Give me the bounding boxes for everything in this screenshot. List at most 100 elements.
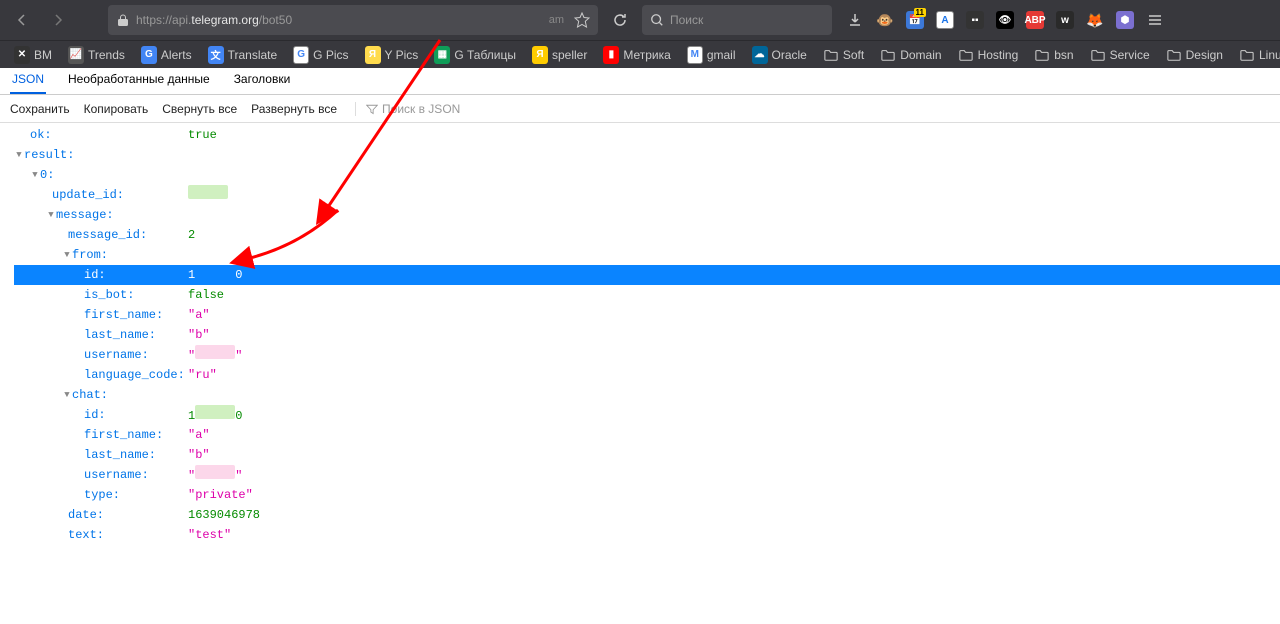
bookmark-label: Alerts <box>161 48 192 62</box>
bookmark-label: bsn <box>1054 48 1073 62</box>
tab-raw[interactable]: Необработанные данные <box>66 66 212 94</box>
reload-button[interactable] <box>606 6 634 34</box>
bookmark-label: Y Pics <box>385 48 419 62</box>
ext-icon-2[interactable]: 📅11 <box>904 9 926 31</box>
url-bar[interactable]: https://api.telegram.org/bot50 am <box>108 5 598 35</box>
bookmark-item[interactable]: GG Pics <box>287 45 354 65</box>
bookmark-item[interactable]: ▦ G Таблицы <box>428 45 522 65</box>
bookmark-label: Linux <box>1259 48 1280 62</box>
bookmark-star-icon[interactable] <box>574 12 590 28</box>
ext-icon-1[interactable]: 🐵 <box>874 9 896 31</box>
bookmark-label: gmail <box>707 48 736 62</box>
bookmark-item[interactable]: ▮Метрика <box>597 45 676 65</box>
json-row-username[interactable]: username:"" <box>14 345 1280 365</box>
favicon-icon: 📈 <box>68 47 84 63</box>
json-row-chat-id[interactable]: id:10 <box>14 405 1280 425</box>
search-bar[interactable]: Поиск <box>642 5 832 35</box>
favicon-icon: M <box>687 47 703 63</box>
forward-button[interactable] <box>44 6 72 34</box>
bookmark-label: Hosting <box>978 48 1019 62</box>
json-row-language-code[interactable]: language_code:"ru" <box>14 365 1280 385</box>
json-row-from-id[interactable]: id:10 <box>14 265 1280 285</box>
filter-placeholder: Поиск в JSON <box>382 102 460 116</box>
favicon-icon: ▦ <box>434 47 450 63</box>
filter-icon <box>366 103 378 115</box>
favicon-icon: ▮ <box>603 47 619 63</box>
ext-icon-8[interactable]: 🦊 <box>1084 9 1106 31</box>
filter-box[interactable]: Поиск в JSON <box>355 102 460 116</box>
json-tree: ok:true ▼result: ▼0: update_id: ▼message… <box>0 123 1280 545</box>
lock-icon <box>116 13 130 27</box>
json-row-type[interactable]: type:"private" <box>14 485 1280 505</box>
tab-json[interactable]: JSON <box>10 66 46 94</box>
menu-icon[interactable] <box>1144 9 1166 31</box>
json-row-message-id[interactable]: message_id:2 <box>14 225 1280 245</box>
bookmark-item[interactable]: 📈Trends <box>62 45 131 65</box>
ext-icon-4[interactable]: ▪▪ <box>964 9 986 31</box>
bookmark-label: Oracle <box>772 48 807 62</box>
bookmark-item[interactable]: Mgmail <box>681 45 742 65</box>
json-row-chat[interactable]: ▼chat: <box>14 385 1280 405</box>
ext-icon-3[interactable]: A <box>934 9 956 31</box>
tab-headers[interactable]: Заголовки <box>232 66 293 94</box>
search-placeholder: Поиск <box>670 13 703 27</box>
bookmark-item[interactable]: 文Translate <box>202 45 284 65</box>
favicon-icon: G <box>141 47 157 63</box>
bookmark-item[interactable]: bsn <box>1028 45 1079 65</box>
bookmark-item[interactable]: Soft <box>817 45 870 65</box>
json-row-text[interactable]: text:"test" <box>14 525 1280 545</box>
folder-icon <box>1034 47 1050 63</box>
json-row-first-name[interactable]: first_name:"a" <box>14 305 1280 325</box>
browser-toolbar: https://api.telegram.org/bot50 am Поиск … <box>0 0 1280 40</box>
bookmark-label: G Pics <box>313 48 348 62</box>
action-expand[interactable]: Развернуть все <box>251 102 337 116</box>
json-row-chat-last-name[interactable]: last_name:"b" <box>14 445 1280 465</box>
json-row-last-name[interactable]: last_name:"b" <box>14 325 1280 345</box>
bookmark-label: G Таблицы <box>454 48 516 62</box>
folder-icon <box>958 47 974 63</box>
bookmark-label: Soft <box>843 48 864 62</box>
bookmark-item[interactable]: Domain <box>874 45 947 65</box>
ext-icon-5[interactable]: 👁 <box>994 9 1016 31</box>
bookmark-item[interactable]: Design <box>1160 45 1229 65</box>
action-copy[interactable]: Копировать <box>84 102 149 116</box>
bookmark-item[interactable]: ЯY Pics <box>359 45 425 65</box>
json-row-result[interactable]: ▼result: <box>14 145 1280 165</box>
bookmark-item[interactable]: ✕BM <box>8 45 58 65</box>
bookmark-item[interactable]: Linux <box>1233 45 1280 65</box>
json-row-ok[interactable]: ok:true <box>14 125 1280 145</box>
json-row-is-bot[interactable]: is_bot:false <box>14 285 1280 305</box>
folder-icon <box>880 47 896 63</box>
json-row-chat-username[interactable]: username:"" <box>14 465 1280 485</box>
ext-icon-7-vk[interactable]: w <box>1054 9 1076 31</box>
bookmark-item[interactable]: Service <box>1084 45 1156 65</box>
json-row-update-id[interactable]: update_id: <box>14 185 1280 205</box>
bookmark-label: Domain <box>900 48 941 62</box>
json-row-chat-first-name[interactable]: first_name:"a" <box>14 425 1280 445</box>
action-collapse[interactable]: Свернуть все <box>162 102 237 116</box>
favicon-icon: ✕ <box>14 47 30 63</box>
json-row-0[interactable]: ▼0: <box>14 165 1280 185</box>
bookmark-item[interactable]: Hosting <box>952 45 1025 65</box>
bookmark-label: Design <box>1186 48 1223 62</box>
bookmark-label: speller <box>552 48 587 62</box>
url-hint: am <box>549 14 564 26</box>
folder-icon <box>1239 47 1255 63</box>
bookmark-item[interactable]: G Alerts <box>135 45 198 65</box>
folder-icon <box>823 47 839 63</box>
json-row-from[interactable]: ▼from: <box>14 245 1280 265</box>
favicon-icon: ☁ <box>752 47 768 63</box>
action-save[interactable]: Сохранить <box>10 102 70 116</box>
json-row-date[interactable]: date:1639046978 <box>14 505 1280 525</box>
bookmark-label: Service <box>1110 48 1150 62</box>
bookmark-label: Translate <box>228 48 278 62</box>
back-button[interactable] <box>8 6 36 34</box>
json-row-message[interactable]: ▼message: <box>14 205 1280 225</box>
bookmark-item[interactable]: Яspeller <box>526 45 593 65</box>
download-icon[interactable] <box>844 9 866 31</box>
viewer-tabs: JSON Необработанные данные Заголовки <box>0 68 1280 95</box>
ext-icon-6-adblock[interactable]: ABP <box>1024 9 1046 31</box>
ext-icon-9[interactable]: ⬢ <box>1114 9 1136 31</box>
url-text: https://api.telegram.org/bot50 <box>136 13 543 27</box>
bookmark-item[interactable]: ☁ Oracle <box>746 45 813 65</box>
